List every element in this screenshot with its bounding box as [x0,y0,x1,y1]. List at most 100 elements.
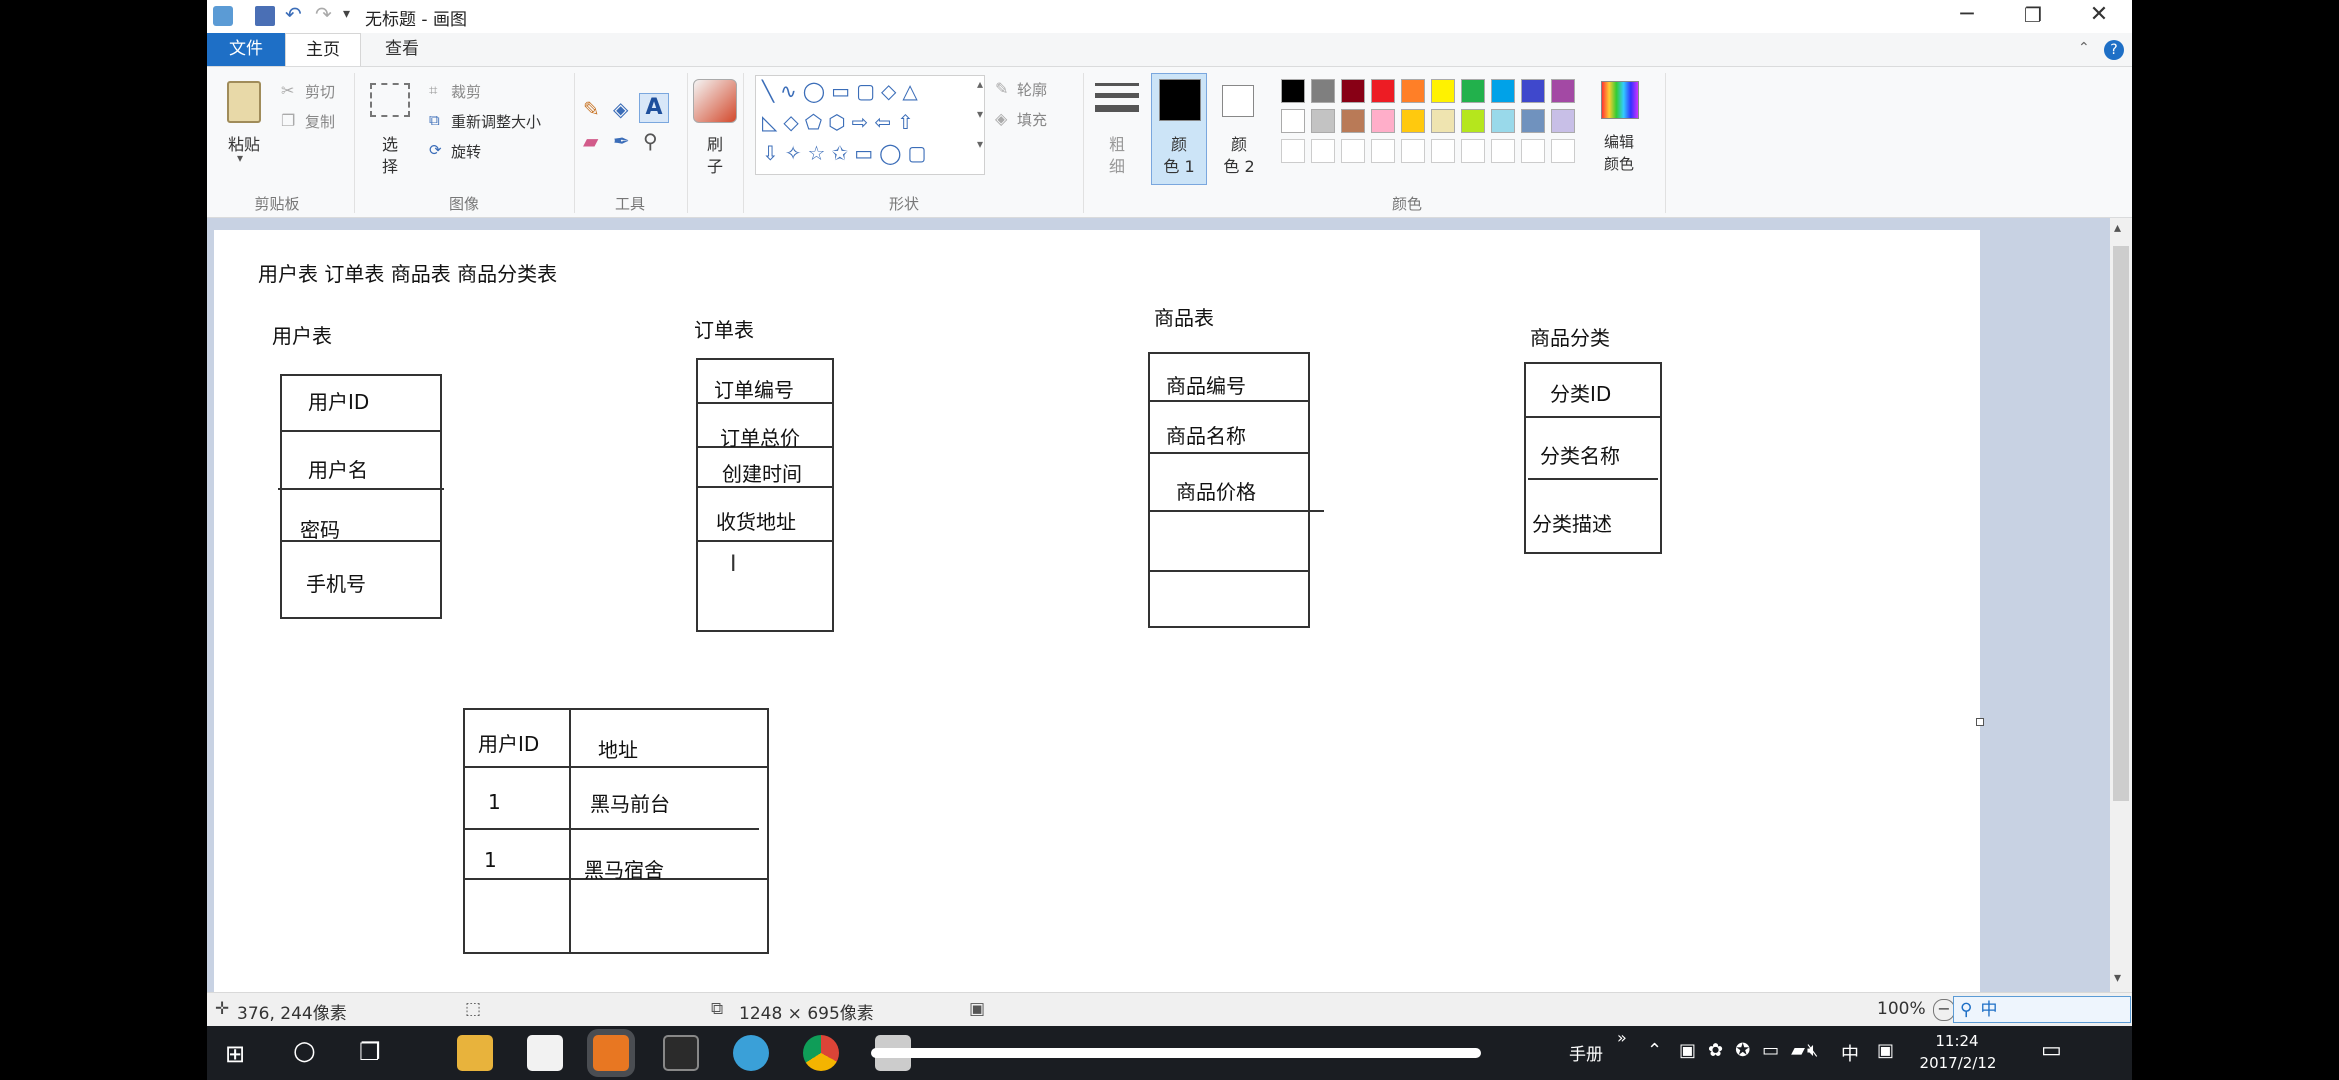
file-explorer-icon[interactable] [457,1035,493,1071]
fill-bucket-icon[interactable]: ◈ [613,97,628,121]
color-swatch[interactable] [1431,79,1455,103]
brush-icon[interactable] [693,79,737,123]
custom-color-slot[interactable] [1431,139,1455,163]
edit-colors-line1[interactable]: 编辑 [1591,131,1647,152]
color-swatch[interactable] [1491,79,1515,103]
chrome-icon[interactable] [803,1035,839,1071]
color-swatch[interactable] [1521,79,1545,103]
custom-color-slot[interactable] [1281,139,1305,163]
magnifier-icon[interactable]: ⚲ [643,129,658,153]
color-swatch[interactable] [1371,79,1395,103]
cortana-icon[interactable]: ○ [293,1036,316,1066]
collapse-ribbon-icon[interactable]: ⌃ [2078,40,2090,56]
custom-color-slot[interactable] [1521,139,1545,163]
tab-file[interactable]: 文件 [207,33,285,66]
clock-time[interactable]: 11:24 [1917,1032,1997,1050]
color-swatch[interactable] [1461,79,1485,103]
save-icon[interactable] [255,6,275,26]
edit-colors-icon[interactable] [1601,81,1639,119]
select-button-line2[interactable]: 择 [370,153,410,177]
drawing-canvas[interactable]: 用户表 订单表 商品表 商品分类表 用户表 用户ID 用户名 密码 手机号 订单… [214,230,1980,992]
clock-date[interactable]: 2017/2/12 [1913,1054,2003,1072]
color-swatch[interactable] [1371,109,1395,133]
paste-button[interactable]: 粘贴 [221,131,267,155]
color2-swatch[interactable] [1222,85,1254,117]
edit-colors-line2[interactable]: 颜色 [1591,153,1647,174]
paint-taskbar-icon[interactable] [593,1035,629,1071]
custom-color-slot[interactable] [1491,139,1515,163]
size-button-line1[interactable]: 粗 [1095,131,1139,155]
color-swatch[interactable] [1341,79,1365,103]
toolbar-label[interactable]: 手册 [1569,1040,1603,1065]
ime-toolbar[interactable]: ⚲中☽◦◦☽⚒⎙ [1953,996,2131,1046]
color-swatch[interactable] [1551,79,1575,103]
color-swatch[interactable] [1281,109,1305,133]
tray-overflow-icon[interactable]: ⌃ [1647,1040,1662,1061]
size-button-line2[interactable]: 细 [1095,153,1139,177]
color-swatch[interactable] [1341,109,1365,133]
brush-button-line2[interactable]: 子 [693,153,737,177]
pencil-icon[interactable]: ✎ [583,97,600,121]
tab-view[interactable]: 查看 [367,33,437,66]
select-button-line1[interactable]: 选 [370,131,410,155]
browser-icon[interactable] [733,1035,769,1071]
minimize-button[interactable]: ─ [1934,0,2000,33]
text-tool-icon[interactable]: A [639,93,669,123]
fill-button[interactable]: 填充 [1017,109,1047,130]
command-prompt-icon[interactable] [663,1035,699,1071]
paste-icon[interactable] [227,81,261,123]
scrollbar-thumb[interactable] [2113,246,2129,801]
size-icon[interactable] [1095,83,1139,86]
notepad-app-icon[interactable] [527,1035,563,1071]
color-swatch[interactable] [1431,109,1455,133]
quick-access-dropdown-icon[interactable]: ▾ [343,6,350,22]
color-swatch[interactable] [1281,79,1305,103]
start-windows-icon[interactable]: ⊞ [225,1040,245,1068]
custom-color-slot[interactable] [1311,139,1335,163]
color-swatch[interactable] [1551,109,1575,133]
rotate-button[interactable]: 旋转 [451,141,481,162]
custom-color-slot[interactable] [1401,139,1425,163]
scroll-up-icon[interactable]: ▴ [2114,220,2121,236]
color-swatch[interactable] [1311,109,1335,133]
scroll-down-icon[interactable]: ▾ [2114,970,2121,986]
vertical-scrollbar[interactable]: ▴ ▾ [2110,218,2132,992]
shapes-scroll-up-icon[interactable]: ▴ [977,77,983,91]
redo-icon[interactable]: ↷ [315,2,332,26]
cut-button[interactable]: 剪切 [305,81,335,102]
custom-color-slot[interactable] [1551,139,1575,163]
volume-muted-icon[interactable]: 🔇︎ [1807,1040,1818,1061]
color-swatch[interactable] [1461,109,1485,133]
tab-home[interactable]: 主页 [285,33,361,66]
shapes-gallery[interactable]: ╲∿◯▭▢◇△ ◺◇⬠⬡⇨⇦⇧ ⇩✧☆✩▭◯▢ [755,75,985,175]
ime-language[interactable]: 中 [1841,1040,1859,1066]
help-icon[interactable]: ? [2104,40,2124,60]
task-view-icon[interactable]: ❐ [359,1038,381,1066]
color-swatch[interactable] [1401,79,1425,103]
color-swatch[interactable] [1401,109,1425,133]
crop-button[interactable]: 裁剪 [451,81,481,102]
shapes-scroll-down-icon[interactable]: ▾ [977,107,983,121]
color-swatch[interactable] [1521,109,1545,133]
video-progress-bar[interactable] [871,1048,1481,1058]
eraser-icon[interactable]: ▰ [583,129,598,153]
tray-icons[interactable]: ▣✿✪▭▰ [1679,1040,1817,1061]
custom-color-slot[interactable] [1461,139,1485,163]
color-swatch[interactable] [1311,79,1335,103]
ime-mode-icon[interactable]: ▣ [1877,1040,1894,1061]
canvas-resize-handle[interactable] [1976,718,1984,726]
paste-dropdown-icon[interactable]: ▾ [237,151,243,165]
select-icon[interactable] [370,83,410,117]
resize-button[interactable]: 重新调整大小 [451,111,541,132]
outline-button[interactable]: 轮廓 [1017,79,1047,100]
undo-icon[interactable]: ↶ [285,2,302,26]
maximize-button[interactable]: ❐ [2000,0,2066,33]
color-swatch[interactable] [1491,109,1515,133]
custom-color-slot[interactable] [1341,139,1365,163]
action-center-icon[interactable]: ▭ [2041,1038,2062,1063]
zoom-out-icon[interactable]: − [1933,999,1955,1021]
copy-button[interactable]: 复制 [305,111,335,132]
shapes-expand-icon[interactable]: ▾ [977,137,983,151]
color-picker-icon[interactable]: ✒ [613,129,630,153]
close-button[interactable]: ✕ [2066,0,2132,33]
